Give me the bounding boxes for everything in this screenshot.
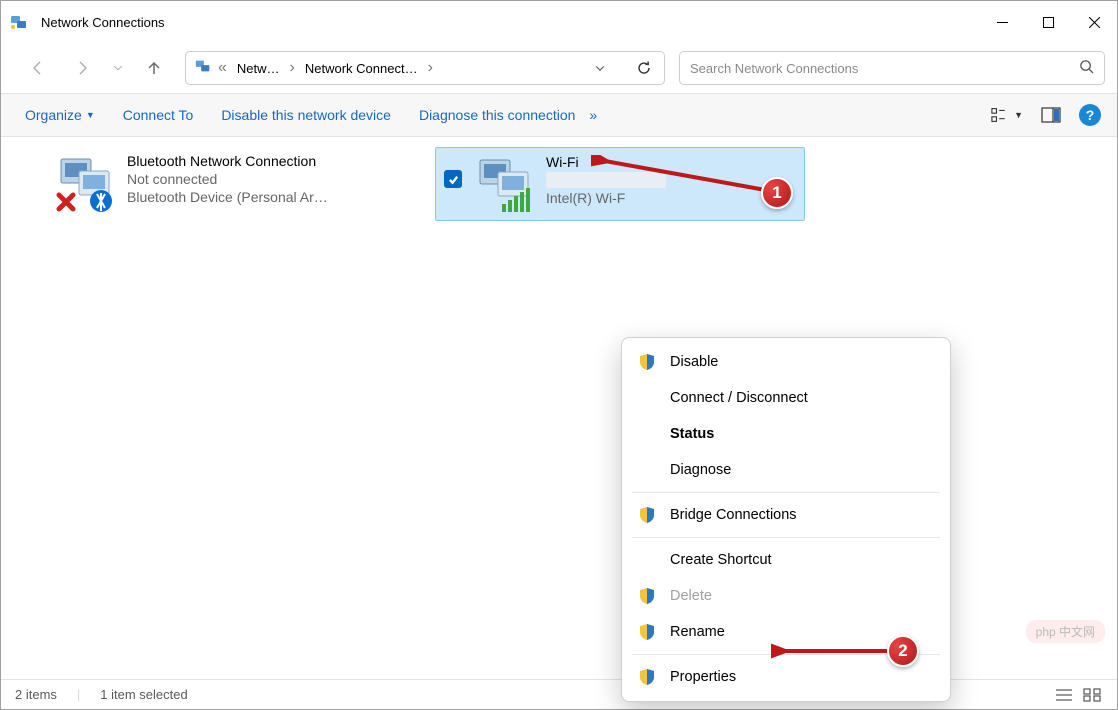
adapter-item-bluetooth[interactable]: Bluetooth Network Connection Not connect… (45, 147, 415, 221)
annotation-arrow (591, 155, 781, 197)
status-selected-count: 1 item selected (100, 687, 187, 702)
back-button[interactable] (19, 49, 57, 87)
chevron-left-icon: « (216, 59, 229, 77)
ctx-create-shortcut[interactable]: Create Shortcut (622, 542, 950, 578)
ctx-status[interactable]: Status (622, 416, 950, 452)
status-item-count: 2 items (15, 687, 57, 702)
adapter-icon (53, 153, 117, 213)
preview-pane-button[interactable] (1035, 100, 1067, 130)
navigation-bar: « Netw… › Network Connect… › Search Netw… (1, 43, 1117, 93)
ctx-delete: Delete (622, 578, 950, 614)
minimize-button[interactable] (979, 1, 1025, 43)
search-icon (1079, 59, 1094, 77)
location-icon (194, 57, 212, 80)
search-box[interactable]: Search Network Connections (679, 51, 1105, 85)
annotation-badge-2: 2 (887, 635, 919, 667)
shield-icon (638, 587, 656, 605)
organize-menu[interactable]: Organize▼ (11, 101, 109, 129)
chevron-right-icon: › (426, 59, 435, 77)
connect-to-button[interactable]: Connect To (109, 101, 208, 129)
large-icons-view-button[interactable] (1081, 686, 1103, 704)
shield-icon (638, 668, 656, 686)
content-area: Bluetooth Network Connection Not connect… (1, 137, 1117, 679)
address-bar[interactable]: « Netw… › Network Connect… › (185, 51, 665, 85)
shield-icon (638, 506, 656, 524)
view-options-button[interactable]: ▼ (991, 100, 1023, 130)
watermark: php 中文网 (1026, 620, 1105, 643)
menu-separator (632, 492, 940, 493)
search-placeholder: Search Network Connections (690, 61, 1071, 76)
chevron-right-icon: › (288, 59, 297, 77)
up-button[interactable] (135, 49, 173, 87)
help-button[interactable]: ? (1079, 104, 1101, 126)
maximize-button[interactable] (1025, 1, 1071, 43)
adapter-device: Bluetooth Device (Personal Ar… (127, 189, 328, 205)
close-button[interactable] (1071, 1, 1117, 43)
breadcrumb-segment[interactable]: Netw… (233, 61, 284, 76)
command-bar: Organize▼ Connect To Disable this networ… (1, 93, 1117, 137)
menu-separator (632, 537, 940, 538)
selection-checkbox[interactable] (444, 170, 462, 188)
adapter-icon (472, 154, 536, 214)
annotation-arrow (771, 641, 901, 661)
overflow-menu[interactable]: » (589, 101, 611, 129)
disable-device-button[interactable]: Disable this network device (207, 101, 405, 129)
title-bar: Network Connections (1, 1, 1117, 43)
shield-icon (638, 353, 656, 371)
ctx-diagnose[interactable]: Diagnose (622, 452, 950, 488)
diagnose-button[interactable]: Diagnose this connection (405, 101, 589, 129)
app-icon (9, 12, 29, 32)
refresh-button[interactable] (624, 60, 664, 76)
address-dropdown[interactable] (580, 62, 620, 74)
adapter-status: Not connected (127, 171, 328, 187)
ctx-disable[interactable]: Disable (622, 344, 950, 380)
recent-dropdown[interactable] (107, 49, 129, 87)
forward-button[interactable] (63, 49, 101, 87)
window-controls (979, 1, 1117, 43)
details-view-button[interactable] (1053, 686, 1075, 704)
breadcrumb-segment[interactable]: Network Connect… (301, 61, 422, 76)
shield-icon (638, 623, 656, 641)
window-title: Network Connections (41, 15, 979, 30)
ctx-bridge[interactable]: Bridge Connections (622, 497, 950, 533)
adapter-name: Bluetooth Network Connection (127, 153, 328, 169)
ctx-connect-disconnect[interactable]: Connect / Disconnect (622, 380, 950, 416)
annotation-badge-1: 1 (761, 177, 793, 209)
